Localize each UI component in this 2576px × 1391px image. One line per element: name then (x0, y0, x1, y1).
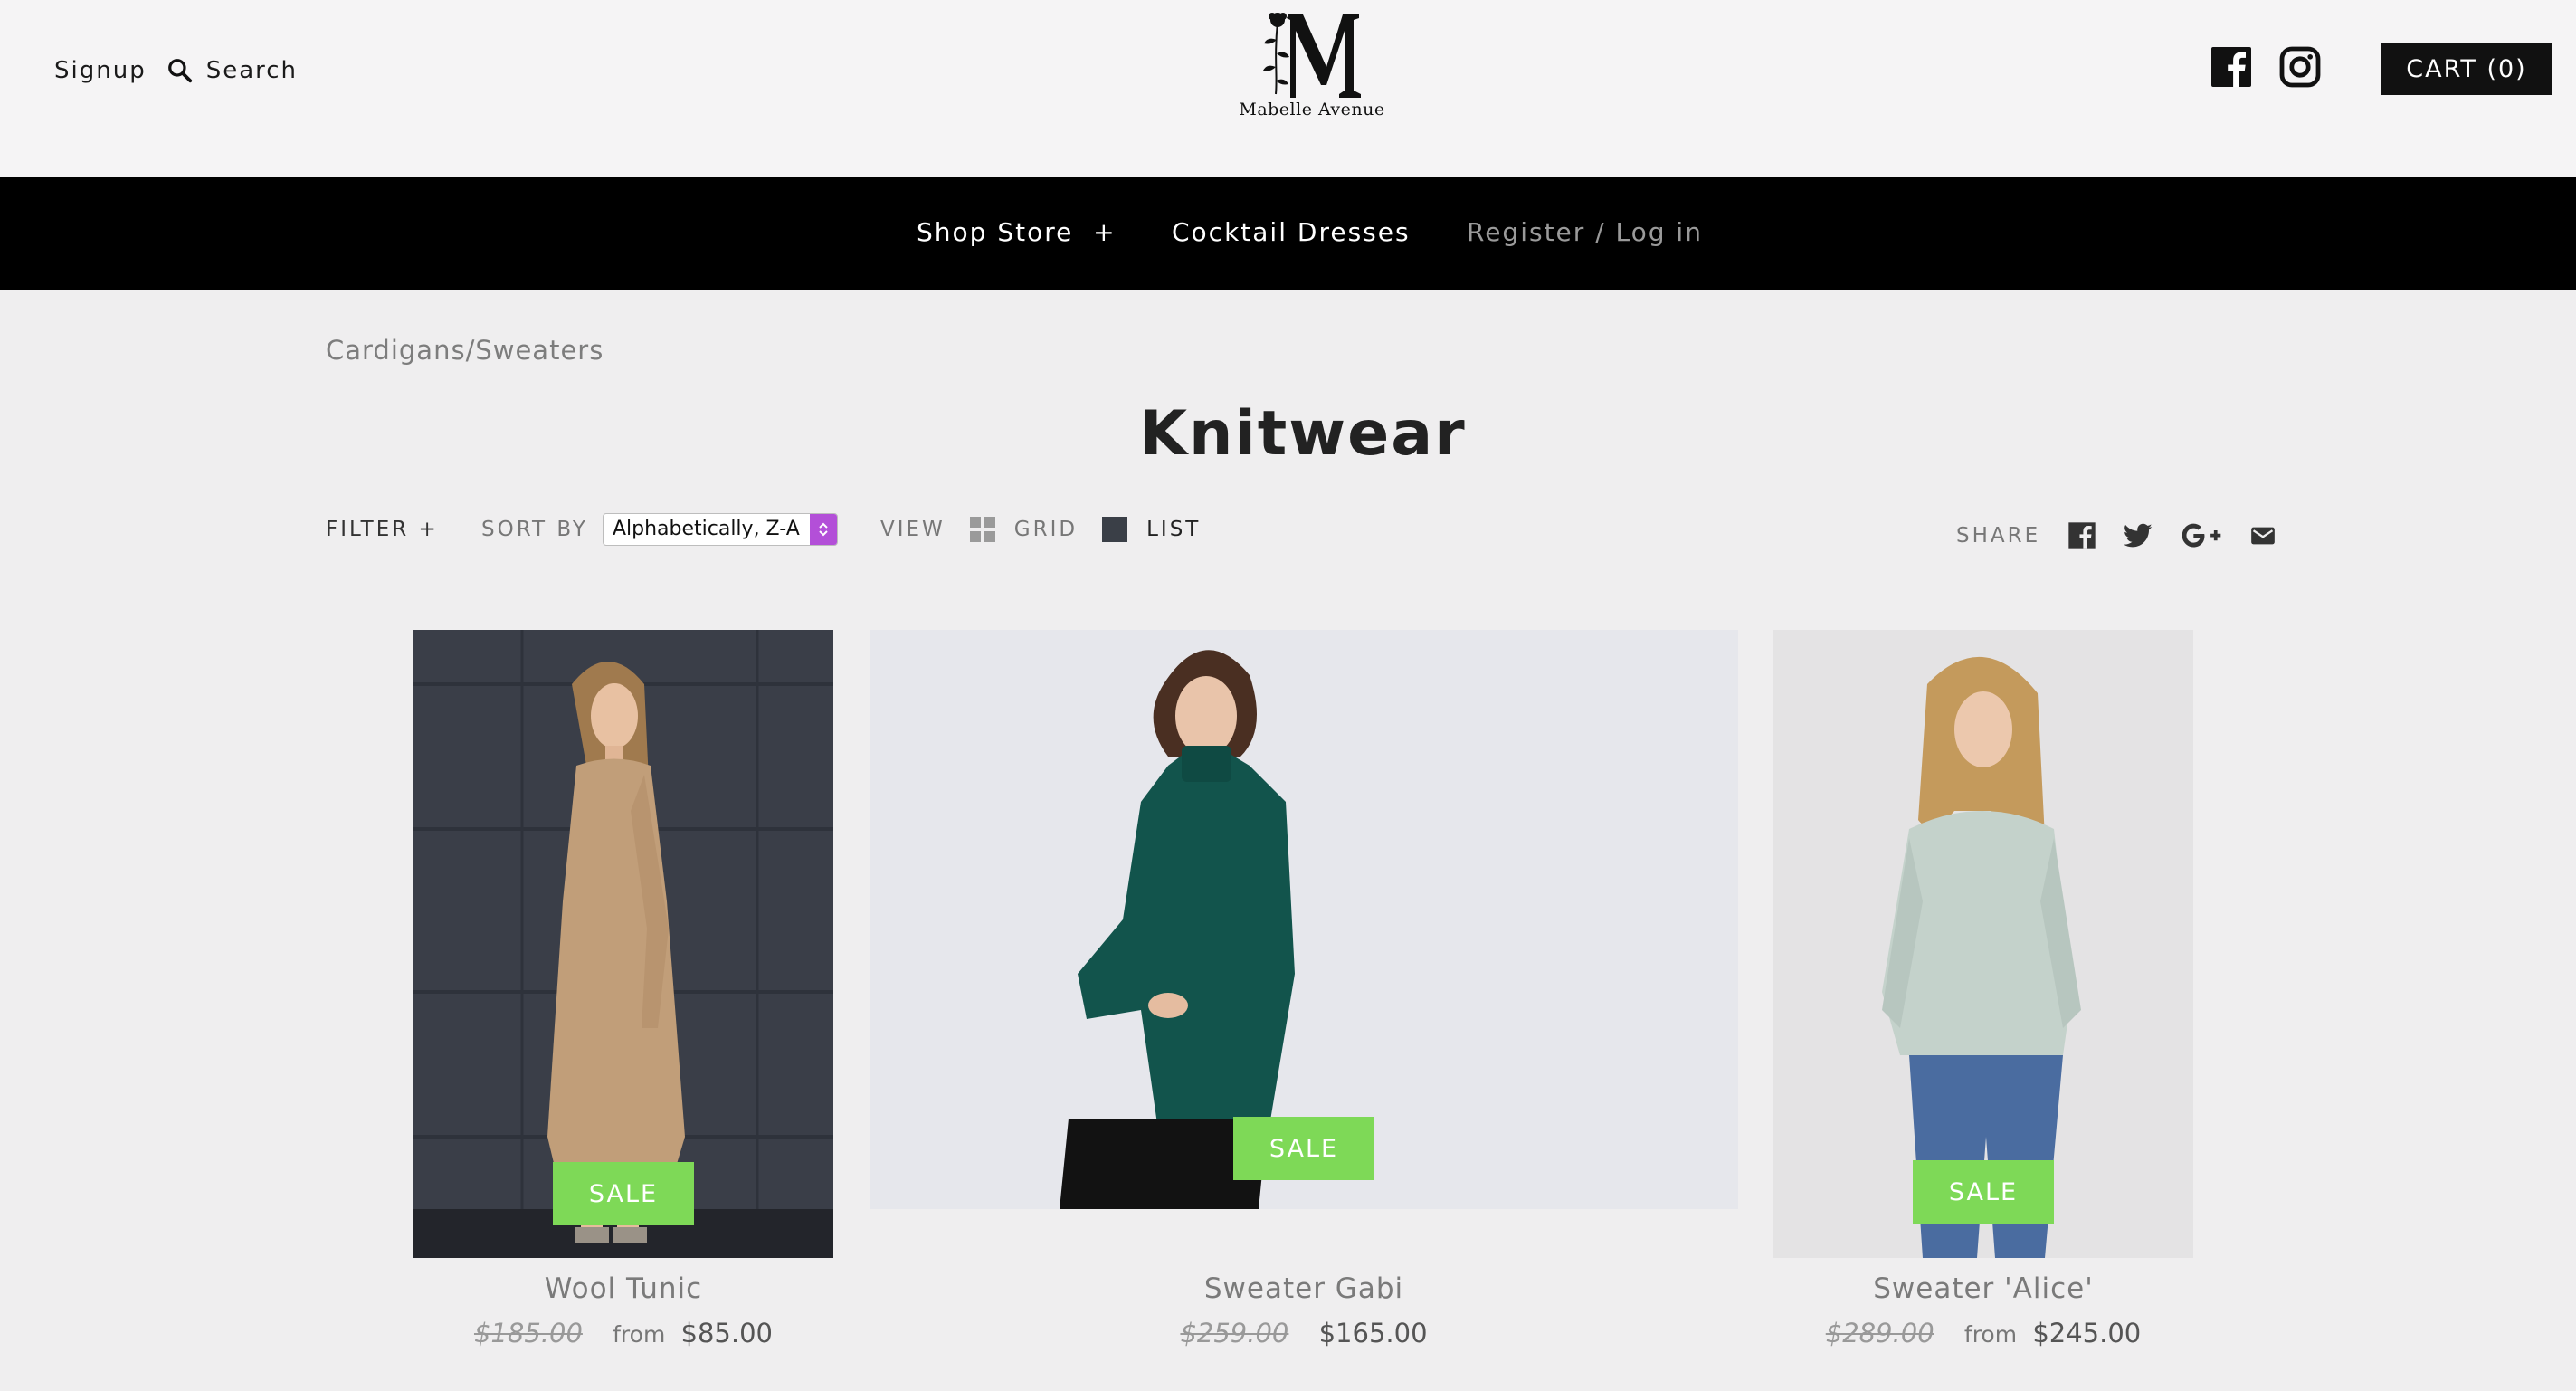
site-logo[interactable]: Mabelle Avenue (1221, 4, 1402, 123)
sale-price: $85.00 (680, 1318, 774, 1348)
share-label: SHARE (1956, 524, 2041, 548)
signup-link[interactable]: Signup (54, 57, 147, 84)
cart-button[interactable]: CART (0) (2381, 43, 2552, 95)
sale-badge: SALE (553, 1162, 694, 1225)
list-icon (1102, 517, 1128, 542)
search-icon (167, 59, 192, 83)
logo-text: Mabelle Avenue (1239, 100, 1385, 119)
product-card[interactable]: SALE Sweater 'Alice' $289.00 from $245.0… (1773, 630, 2193, 1372)
social-links (2210, 45, 2322, 89)
email-icon[interactable] (2250, 526, 2276, 546)
product-name[interactable]: Sweater 'Alice' (1773, 1272, 2193, 1305)
search-label: Search (205, 57, 299, 84)
sort-chevron-icon (809, 514, 837, 545)
nav-item-shop-store[interactable]: Shop Store + (917, 217, 1117, 247)
instagram-icon[interactable] (2278, 45, 2322, 89)
product-name[interactable]: Sweater Gabi (870, 1272, 1738, 1305)
view-list-button[interactable]: LIST (1101, 516, 1201, 543)
product-price: $259.00 $165.00 (870, 1318, 1738, 1348)
twitter-icon[interactable] (2124, 523, 2153, 548)
original-price: $259.00 (1180, 1318, 1289, 1348)
view-grid-button[interactable]: GRID (969, 516, 1078, 543)
sale-badge: SALE (1913, 1160, 2054, 1224)
sale-badge: SALE (1233, 1117, 1374, 1180)
search-button[interactable]: Search (166, 57, 298, 84)
grid-icon (969, 517, 995, 542)
nav-item-register-login[interactable]: Register / Log in (1467, 217, 1703, 247)
site-header: Signup Search Mabelle Avenue CART (0) (0, 0, 2576, 177)
sort-select-value: Alphabetically, Z-A (612, 518, 800, 540)
product-card[interactable]: SALE Wool Tunic $185.00 from $85.00 (413, 630, 833, 1372)
sale-price: $245.00 (2032, 1318, 2142, 1348)
logo-mark (1263, 13, 1361, 98)
facebook-icon[interactable] (2210, 45, 2253, 89)
facebook-icon[interactable] (2067, 521, 2096, 550)
sale-price: $165.00 (1318, 1318, 1428, 1348)
sort-select[interactable]: Alphabetically, Z-A (602, 513, 838, 546)
product-card[interactable]: SALE Sweater Gabi $259.00 $165.00 (870, 630, 1738, 1372)
product-name[interactable]: Wool Tunic (413, 1272, 833, 1305)
original-price: $289.00 (1825, 1318, 1934, 1348)
main-nav: Shop Store + Cocktail Dresses Register /… (0, 177, 2576, 290)
price-from-label: from (1963, 1321, 2018, 1348)
list-label: LIST (1146, 518, 1202, 541)
view-label: VIEW (880, 518, 946, 541)
page-title: Knitwear (1139, 398, 1467, 470)
product-price: $185.00 from $85.00 (413, 1318, 833, 1348)
sort-by-label: SORT BY (481, 518, 588, 541)
nav-item-cocktail-dresses[interactable]: Cocktail Dresses (1172, 217, 1411, 247)
filter-toggle[interactable]: FILTER + (326, 511, 439, 548)
price-from-label: from (613, 1321, 666, 1348)
google-plus-icon[interactable] (2180, 521, 2223, 550)
original-price: $185.00 (473, 1318, 583, 1348)
product-price: $289.00 from $245.00 (1773, 1318, 2193, 1348)
view-control: VIEW GRID LIST (880, 511, 1201, 548)
share-bar: SHARE (1956, 518, 2276, 554)
breadcrumb[interactable]: Cardigans/Sweaters (326, 335, 604, 366)
grid-label: GRID (1013, 518, 1079, 541)
header-left-links: Signup Search (54, 52, 298, 89)
sort-control: SORT BY Alphabetically, Z-A (481, 511, 838, 548)
